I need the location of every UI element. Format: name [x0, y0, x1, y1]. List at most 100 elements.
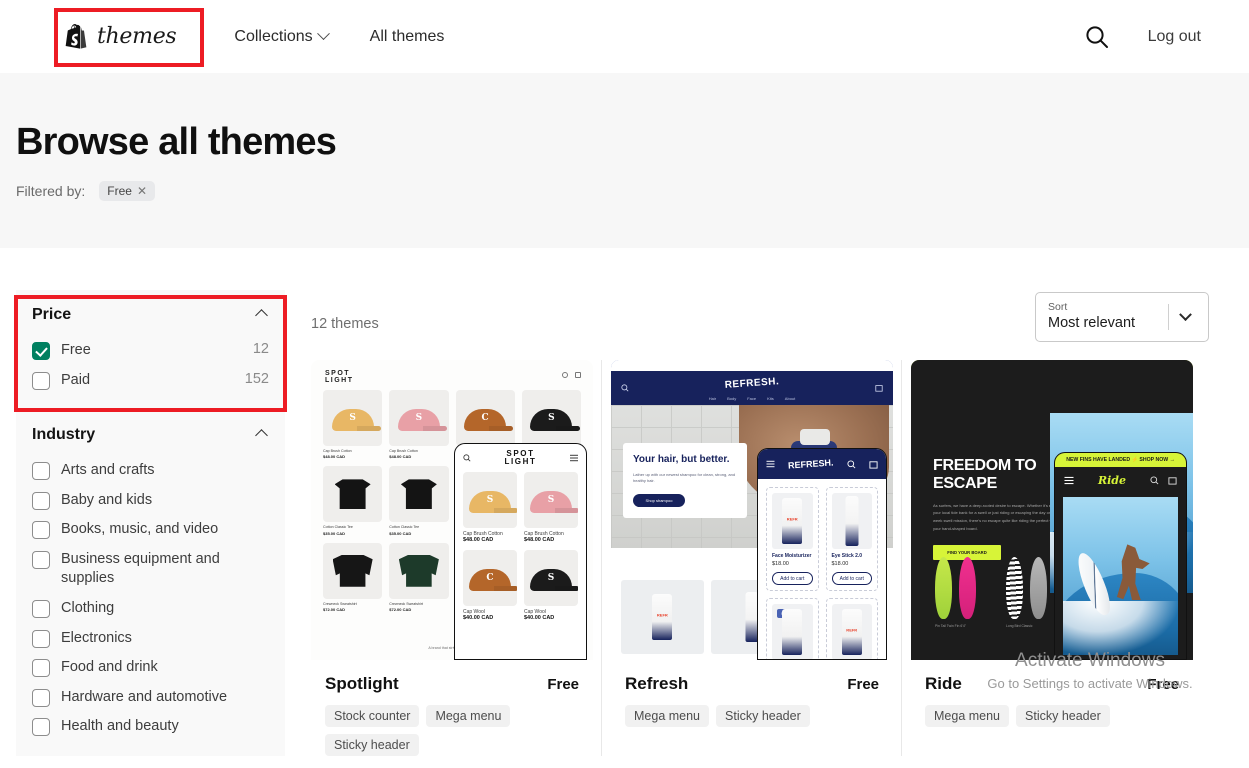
- nav-item-collections[interactable]: Collections: [234, 27, 330, 46]
- theme-card-refresh[interactable]: Free shipping on orders $50+ REFRESH. Ha…: [611, 360, 902, 756]
- preview-product-image: C: [463, 550, 517, 606]
- checkbox-food-and-drink[interactable]: [32, 659, 50, 678]
- surfboard-icon: [959, 557, 976, 620]
- theme-card-ride[interactable]: NEW FINS HAVE LANDED ⚡ SHOP NOW → Ride S…: [911, 360, 1193, 756]
- divider: [901, 360, 902, 756]
- facet-option-clothing[interactable]: Clothing: [32, 594, 269, 624]
- preview-product-image: [323, 542, 383, 599]
- close-icon[interactable]: ✕: [137, 185, 147, 197]
- site-header: themes Collections All themes Log out: [0, 0, 1249, 73]
- search-button[interactable]: [1084, 24, 1110, 50]
- cap-icon: S: [469, 491, 511, 514]
- theme-preview-refresh[interactable]: Free shipping on orders $50+ REFRESH. Ha…: [611, 360, 893, 660]
- checkbox-paid[interactable]: [32, 371, 50, 390]
- chevron-down-icon: [1179, 307, 1192, 321]
- theme-preview-spotlight[interactable]: SPOT LIGHT S Cap Brush Cotton $48.00 CAD …: [311, 360, 593, 660]
- cap-icon: C: [464, 409, 507, 432]
- checkbox-business-equipment-and-supplies[interactable]: [32, 550, 50, 569]
- facet-option-label: Business equipment and supplies: [61, 550, 220, 587]
- checkbox-hardware-and-automotive[interactable]: [32, 688, 50, 707]
- facet-option-paid-label: Paid: [61, 371, 91, 388]
- facet-industry-title: Industry: [32, 426, 96, 444]
- preview-hero-text: As surfers, we have a deep-rooted desire…: [933, 502, 1065, 531]
- cart-icon: [1168, 476, 1177, 485]
- tube-icon: [782, 609, 803, 655]
- theme-card-title-row: Refresh Free: [625, 674, 879, 694]
- nav-item-all-themes[interactable]: All themes: [370, 28, 445, 46]
- facet-industry-header[interactable]: Industry: [32, 426, 269, 444]
- theme-title: Spotlight: [325, 674, 399, 693]
- facet-option-free[interactable]: Free 12: [32, 336, 269, 366]
- checkbox-health-and-beauty[interactable]: [32, 718, 50, 737]
- checkbox-books-music-and-video[interactable]: [32, 521, 50, 540]
- facet-option-food-and-drink[interactable]: Food and drink: [32, 653, 269, 683]
- theme-card-spotlight[interactable]: SPOT LIGHT S Cap Brush Cotton $48.00 CAD …: [311, 360, 602, 756]
- preview-hero-text-block: FREEDOM TO ESCAPE As surfers, we have a …: [933, 457, 1069, 561]
- facet-option-books-music-and-video[interactable]: Books, music, and video: [32, 515, 269, 545]
- preview-mobile-grid: REFR Face Moisturizer $18.00 Add to cart…: [758, 479, 886, 659]
- preview-store-nav: REFRESH. Hair Body Face Kits About: [611, 371, 893, 405]
- cap-logo: S: [547, 573, 555, 584]
- preview-mobile-store-logo: REFRESH.: [787, 457, 834, 471]
- preview-product-price: $40.00 CAD: [524, 615, 555, 621]
- cap-logo: C: [486, 573, 494, 584]
- theme-title: Ride: [925, 674, 962, 693]
- preview-product: S Cap Brush Cotton $48.00 CAD: [323, 390, 383, 459]
- active-filters: Filtered by: Free ✕: [16, 181, 155, 201]
- theme-tag: Sticky header: [1016, 705, 1110, 727]
- checkbox-baby-and-kids[interactable]: [32, 491, 50, 510]
- preview-product: Cotton Classic Tee $35.00 CAD: [389, 466, 449, 536]
- preview-hero-button: Shop shampoo: [633, 494, 685, 508]
- facet-option-label: Health and beauty: [61, 718, 179, 735]
- tshirt-icon: [334, 479, 371, 510]
- facet-price-header[interactable]: Price: [32, 306, 269, 324]
- sweatshirt-icon: [332, 554, 373, 587]
- theme-card-meta: Spotlight Free Stock counter Mega menu S…: [311, 660, 593, 756]
- preview-mobile-product: Sale: [766, 598, 819, 659]
- preview-product: S Cap Brush Cotton $48.00 CAD: [389, 390, 449, 460]
- checkbox-arts-and-crafts[interactable]: [32, 462, 50, 481]
- facet-option-hardware-and-automotive[interactable]: Hardware and automotive: [32, 683, 269, 713]
- facet-option-paid[interactable]: Paid 152: [32, 366, 269, 396]
- facet-industry: Industry Arts and crafts Baby and kids B…: [32, 409, 269, 756]
- preview-hero-heading: FREEDOM TO ESCAPE: [933, 457, 1037, 492]
- cart-icon: [575, 372, 581, 378]
- chevron-down-icon: [316, 27, 330, 41]
- facet-option-arts-and-crafts[interactable]: Arts and crafts: [32, 456, 269, 486]
- checkbox-free[interactable]: [32, 342, 50, 360]
- facet-option-label: Books, music, and video: [61, 521, 219, 538]
- search-icon: [562, 372, 568, 378]
- site-logo[interactable]: themes: [54, 19, 186, 54]
- filter-chip-label: Free: [107, 184, 132, 198]
- checkbox-clothing[interactable]: [32, 599, 50, 618]
- facet-option-label: Arts and crafts: [61, 462, 155, 479]
- facet-price-title: Price: [32, 306, 72, 323]
- facet-option-electronics[interactable]: Electronics: [32, 624, 269, 654]
- facet-option-business-equipment-and-supplies[interactable]: Business equipment and supplies: [32, 545, 269, 594]
- preview-product-image: S: [463, 472, 517, 528]
- preview-store-logo: REFRESH.: [724, 376, 780, 391]
- theme-grid: SPOT LIGHT S Cap Brush Cotton $48.00 CAD …: [311, 360, 1241, 756]
- theme-tags: Stock counter Mega menu Sticky header: [325, 705, 579, 756]
- theme-preview-ride[interactable]: NEW FINS HAVE LANDED ⚡ SHOP NOW → Ride S…: [911, 360, 1193, 660]
- preview-product-price: $48.00 CAD: [389, 454, 412, 460]
- filter-chip-free[interactable]: Free ✕: [99, 181, 155, 201]
- preview-mobile-announcement: NEW FINS HAVE LANDED ⚡ SHOP NOW →: [1055, 453, 1186, 467]
- search-icon: [621, 384, 629, 392]
- logout-link[interactable]: Log out: [1148, 28, 1201, 46]
- tube-brand: REFR: [786, 516, 798, 522]
- preview-hero-text: Lather up with our newest shampoo for cl…: [633, 471, 736, 484]
- sort-dropdown[interactable]: Sort Most relevant: [1035, 292, 1209, 342]
- facet-option-label: Clothing: [61, 599, 115, 616]
- facet-option-baby-and-kids[interactable]: Baby and kids: [32, 486, 269, 516]
- nav-item-collections-label: Collections: [234, 27, 313, 45]
- theme-card-meta: Refresh Free Mega menu Sticky header: [611, 660, 893, 727]
- preview-product: Crewneck Sweatshirt $72.00 CAD: [323, 542, 383, 612]
- cap-logo: S: [548, 413, 555, 424]
- preview-product-image: S: [389, 390, 449, 446]
- facet-option-free-label: Free: [61, 342, 91, 358]
- facet-option-health-and-beauty[interactable]: Health and beauty: [32, 712, 269, 742]
- facet-price: Price Free 12 Paid 152: [32, 290, 269, 409]
- checkbox-electronics[interactable]: [32, 629, 50, 648]
- preview-mobile-mockup: SPOT LIGHT S Cap Brush Cotton $48.00 CAD …: [454, 443, 587, 660]
